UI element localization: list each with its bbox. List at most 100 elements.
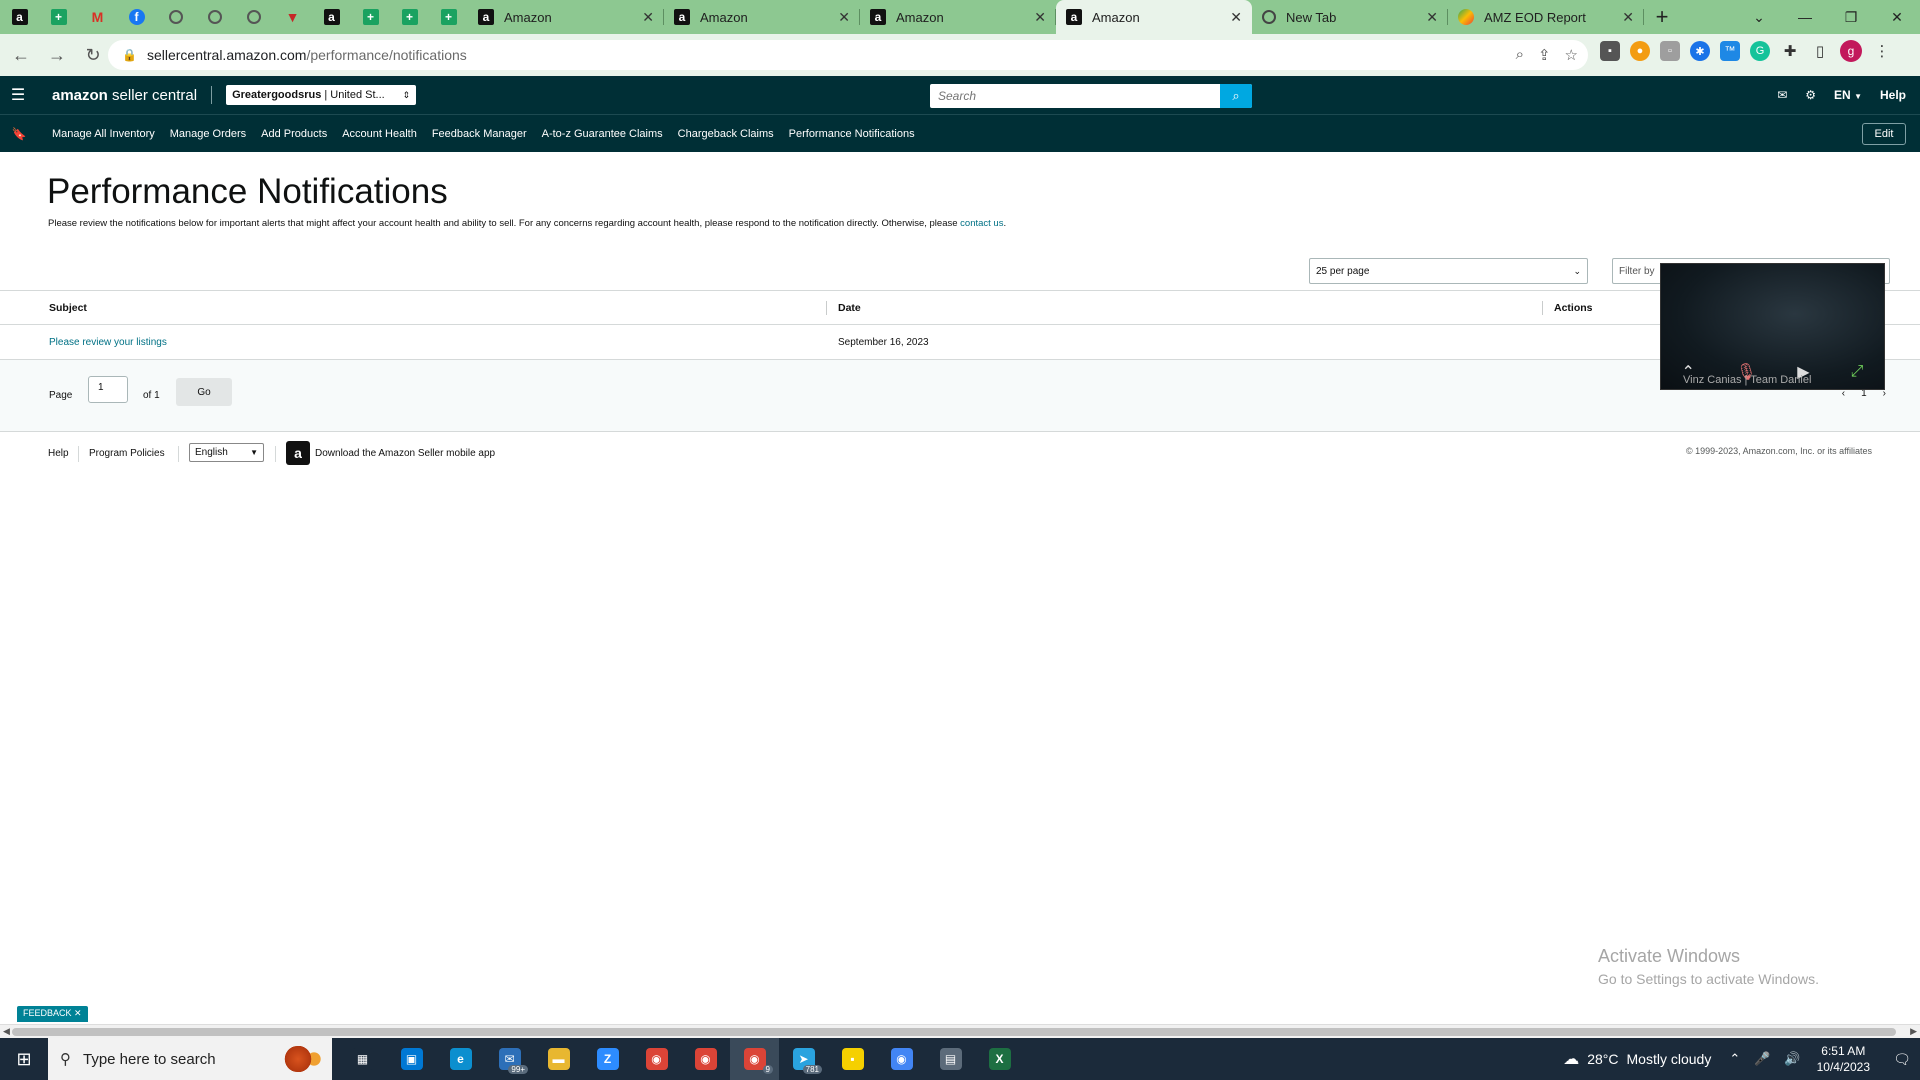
grammarly-icon[interactable]: G — [1750, 41, 1770, 61]
popout-icon[interactable]: ⤢ — [1851, 363, 1864, 381]
mail-icon[interactable]: ✉ — [1777, 88, 1787, 102]
taskbar-app[interactable]: ➤ 781 — [779, 1038, 828, 1080]
taskbar-app[interactable]: ◉ 9 — [730, 1038, 779, 1080]
weather-widget[interactable]: ☁ 28°C Mostly cloudy — [1563, 1049, 1711, 1069]
volume-icon[interactable]: 🔊 — [1784, 1051, 1800, 1067]
taskbar-search[interactable]: ⚲ Type here to search — [48, 1038, 332, 1080]
scrollbar-thumb[interactable] — [12, 1028, 1896, 1036]
browser-tab[interactable]: a Amazon ✕ — [1056, 0, 1252, 34]
search-icon[interactable]: ⌕ — [1220, 84, 1252, 108]
store-selector[interactable]: Greatergoodsrus | United St... ⇕ — [226, 85, 417, 105]
forward-icon[interactable]: → — [42, 40, 72, 70]
close-tab-icon[interactable]: ✕ — [838, 9, 850, 26]
seller-central-logo[interactable]: amazon seller central — [52, 87, 197, 104]
footer-help-link[interactable]: Help — [48, 448, 69, 459]
taskbar-app[interactable]: ▪ — [828, 1038, 877, 1080]
page-number-input[interactable]: 1 — [88, 376, 128, 403]
pinned-tab[interactable]: + — [351, 0, 390, 34]
taskbar-app[interactable]: e — [436, 1038, 485, 1080]
scroll-right-icon[interactable]: ▶ — [1910, 1026, 1917, 1037]
notification-subject-link[interactable]: Please review your listings — [49, 337, 167, 348]
browser-tab[interactable]: a Amazon ✕ — [664, 0, 860, 34]
close-tab-icon[interactable]: ✕ — [642, 9, 654, 26]
browser-tab[interactable]: AMZ EOD Report ✕ — [1448, 0, 1644, 34]
close-tab-icon[interactable]: ✕ — [1230, 9, 1242, 26]
pinned-tab[interactable]: ▼ — [273, 0, 312, 34]
taskbar-app[interactable]: ◉ — [632, 1038, 681, 1080]
nav-item[interactable]: Manage All Inventory — [52, 128, 155, 140]
header-help-link[interactable]: Help — [1880, 88, 1906, 102]
tab-search-icon[interactable]: ⌄ — [1736, 0, 1782, 34]
taskbar-app[interactable]: ✉ 99+ — [485, 1038, 534, 1080]
column-date[interactable]: Date — [838, 302, 861, 314]
reload-icon[interactable]: ↻ — [78, 40, 108, 70]
pinned-tab[interactable]: a — [0, 0, 39, 34]
bookmark-star-icon[interactable]: ☆ — [1565, 46, 1578, 64]
extensions-puzzle-icon[interactable]: ✚ — [1780, 41, 1800, 61]
new-tab-button[interactable]: + — [1644, 0, 1680, 34]
pinned-tab[interactable] — [234, 0, 273, 34]
go-button[interactable]: Go — [176, 378, 232, 406]
pinned-tab[interactable]: + — [429, 0, 468, 34]
footer-language-select[interactable]: English ▼ — [189, 443, 264, 462]
video-call-overlay[interactable]: ⌃ 🎙 ▶ ⤢ Vinz Canias | Team Daniel — [1660, 263, 1885, 390]
amazon-seller-app-icon[interactable]: a — [286, 441, 310, 465]
pinned-tab[interactable]: M — [78, 0, 117, 34]
browser-tab[interactable]: a Amazon ✕ — [468, 0, 664, 34]
nav-item[interactable]: Account Health — [342, 128, 417, 140]
hamburger-menu-icon[interactable]: ☰ — [0, 76, 36, 114]
address-bar[interactable]: 🔒 sellercentral.amazon.com/performance/n… — [108, 40, 1588, 70]
zoom-icon[interactable]: ⌕ — [1516, 46, 1524, 64]
taskbar-clock[interactable]: 6:51 AM 10/4/2023 — [1817, 1043, 1870, 1075]
taskbar-app[interactable]: X — [975, 1038, 1024, 1080]
nav-item[interactable]: Manage Orders — [170, 128, 246, 140]
bookmark-icon[interactable]: 🔖 — [0, 127, 38, 141]
minimize-button[interactable]: — — [1782, 0, 1828, 34]
taskbar-app[interactable]: Z — [583, 1038, 632, 1080]
taskbar-app[interactable]: ▦ — [338, 1038, 387, 1080]
pinned-tab[interactable]: + — [39, 0, 78, 34]
back-icon[interactable]: ← — [6, 40, 36, 70]
extension-grey-icon[interactable]: ▫ — [1660, 41, 1680, 61]
nav-item[interactable]: Performance Notifications — [789, 128, 915, 140]
chevron-up-icon[interactable]: ⌃ — [1729, 1051, 1740, 1067]
extension-orange-icon[interactable]: ● — [1630, 41, 1650, 61]
browser-menu-icon[interactable]: ⋮ — [1872, 41, 1892, 61]
nav-item[interactable]: Feedback Manager — [432, 128, 527, 140]
windows-start-icon[interactable]: ⊞ — [0, 1038, 48, 1080]
close-tab-icon[interactable]: ✕ — [1034, 9, 1046, 26]
microphone-icon[interactable]: 🎤 — [1754, 1051, 1770, 1067]
scroll-left-icon[interactable]: ◀ — [3, 1026, 10, 1037]
seller-search-input[interactable] — [930, 84, 1220, 108]
gear-icon[interactable]: ⚙ — [1805, 88, 1816, 102]
close-tab-icon[interactable]: ✕ — [1622, 9, 1634, 26]
pinned-tab[interactable] — [195, 0, 234, 34]
pinned-tab[interactable]: + — [390, 0, 429, 34]
pinned-tab[interactable] — [156, 0, 195, 34]
language-selector[interactable]: EN ▼ — [1834, 88, 1862, 102]
taskbar-app[interactable]: ◉ — [877, 1038, 926, 1080]
side-panel-icon[interactable]: ▯ — [1810, 41, 1830, 61]
download-app-link[interactable]: Download the Amazon Seller mobile app — [315, 448, 495, 459]
per-page-select[interactable]: 25 per page ⌄ — [1309, 258, 1588, 284]
notification-center-icon[interactable]: 🗨 — [1884, 1038, 1920, 1080]
taskbar-app[interactable]: ▤ — [926, 1038, 975, 1080]
edit-nav-button[interactable]: Edit — [1862, 123, 1906, 145]
horizontal-scrollbar[interactable]: ◀ ▶ — [0, 1024, 1920, 1038]
close-icon[interactable]: ✕ — [74, 1008, 82, 1018]
feedback-button[interactable]: FEEDBACK ✕ — [17, 1006, 88, 1022]
pinned-tab[interactable]: f — [117, 0, 156, 34]
browser-tab[interactable]: a Amazon ✕ — [860, 0, 1056, 34]
extension-tm-icon[interactable]: ™ — [1720, 41, 1740, 61]
extension-off-icon[interactable]: ▪ — [1600, 41, 1620, 61]
program-policies-link[interactable]: Program Policies — [89, 448, 165, 459]
nav-item[interactable]: A-to-z Guarantee Claims — [542, 128, 663, 140]
contact-us-link[interactable]: contact us — [960, 218, 1003, 229]
nav-item[interactable]: Chargeback Claims — [678, 128, 774, 140]
profile-avatar[interactable]: g — [1840, 40, 1862, 62]
pinned-tab[interactable]: a — [312, 0, 351, 34]
taskbar-app[interactable]: ◉ — [681, 1038, 730, 1080]
close-tab-icon[interactable]: ✕ — [1426, 9, 1438, 26]
taskbar-app[interactable]: ▬ — [534, 1038, 583, 1080]
restore-button[interactable]: ❐ — [1828, 0, 1874, 34]
